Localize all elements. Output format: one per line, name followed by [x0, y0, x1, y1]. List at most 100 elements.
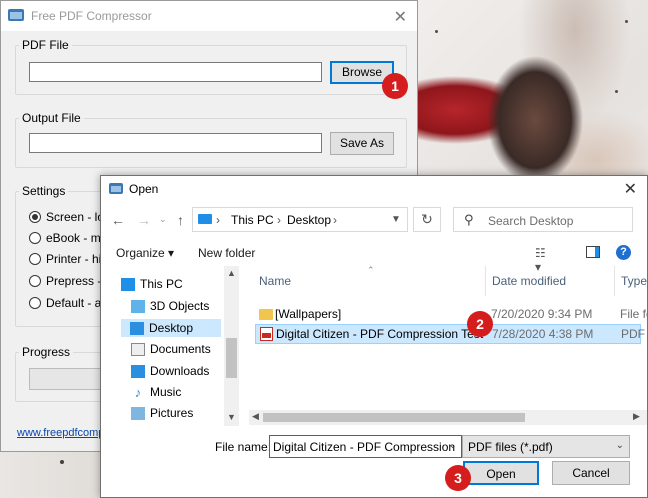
scroll-left-icon[interactable]: ◀: [252, 411, 259, 422]
pc-icon: [198, 214, 212, 224]
nav-item-music[interactable]: ♪ Music: [131, 383, 182, 401]
folder-icon: [259, 308, 273, 320]
pdf-icon: [260, 327, 273, 341]
chevron-down-icon[interactable]: ⌄: [159, 214, 167, 225]
step-badge-1: 1: [382, 73, 408, 99]
chevron-right-icon: ›: [277, 213, 281, 227]
chevron-down-icon[interactable]: ⌄: [449, 440, 457, 451]
file-name: Digital Citizen - PDF Compression Test: [276, 327, 484, 341]
cancel-button[interactable]: Cancel: [552, 461, 630, 485]
file-type: PDF Fi: [621, 327, 648, 341]
title-bar: Free PDF Compressor ✕: [1, 1, 417, 31]
nav-label: Desktop: [149, 321, 194, 335]
column-header-name[interactable]: Name: [259, 274, 291, 288]
nav-scrollbar[interactable]: ▲ ▼: [224, 266, 239, 426]
up-arrow-icon[interactable]: ↑: [177, 212, 184, 228]
documents-icon: [131, 342, 145, 356]
radio-button[interactable]: [29, 232, 41, 244]
nav-label: Music: [150, 385, 182, 399]
column-divider: [614, 266, 615, 296]
scroll-up-icon[interactable]: ▲: [227, 268, 236, 278]
pc-icon: [121, 277, 135, 291]
chevron-right-icon: ›: [216, 213, 220, 227]
nav-label: Documents: [150, 342, 211, 356]
file-type-value: PDF files (*.pdf): [468, 440, 553, 454]
organize-button[interactable]: Organize ▾: [116, 246, 174, 260]
column-header-type[interactable]: Type: [621, 274, 647, 288]
app-icon: [8, 9, 24, 21]
chevron-right-icon: ›: [333, 213, 337, 227]
pdf-file-label: PDF File: [19, 38, 72, 52]
nav-label: Pictures: [150, 406, 194, 420]
preview-pane-icon[interactable]: [586, 246, 600, 258]
output-file-input[interactable]: [29, 133, 322, 153]
search-placeholder: Search Desktop: [488, 214, 574, 228]
search-icon: ⚲: [464, 212, 474, 227]
file-date: 7/20/2020 9:34 PM: [491, 307, 593, 321]
folder-icon: [109, 183, 123, 194]
file-type-select[interactable]: PDF files (*.pdf) ⌄: [462, 435, 630, 458]
column-header-date[interactable]: Date modified: [492, 274, 566, 288]
scroll-right-icon[interactable]: ▶: [633, 411, 640, 422]
file-type: File fo: [620, 307, 648, 321]
file-list-scrollbar[interactable]: ◀ ▶: [249, 410, 647, 425]
pdf-file-input[interactable]: [29, 62, 322, 82]
dialog-title-bar: Open ✕: [101, 176, 647, 202]
scroll-thumb[interactable]: [263, 413, 525, 422]
step-badge-3: 3: [445, 465, 471, 491]
file-list: Name ⌃ Date modified Type [Wallpapers] 7…: [249, 265, 648, 424]
address-bar[interactable]: › This PC › Desktop › ▼: [192, 207, 408, 232]
breadcrumb-this-pc[interactable]: This PC: [231, 213, 274, 227]
breadcrumb-desktop[interactable]: Desktop: [287, 213, 331, 227]
command-bar: Organize ▾ New folder ☷ ▾ ?: [101, 238, 647, 274]
progress-label: Progress: [19, 345, 74, 359]
nav-item-pictures[interactable]: Pictures: [131, 404, 193, 422]
nav-item-desktop[interactable]: Desktop: [121, 319, 221, 337]
open-dialog: Open ✕ ← → ⌄ ↑ › This PC › Desktop › ▼ ↻…: [100, 175, 648, 498]
file-row-pdf[interactable]: Digital Citizen - PDF Compression Test 7…: [255, 324, 648, 344]
new-folder-button[interactable]: New folder: [198, 246, 255, 260]
navigation-pane: This PC 3D Objects Desktop Documents Dow…: [101, 266, 239, 424]
chevron-down-icon[interactable]: ▼: [385, 208, 407, 231]
scroll-thumb[interactable]: [226, 338, 237, 378]
output-file-label: Output File: [19, 111, 84, 125]
radio-button[interactable]: [29, 297, 41, 309]
radio-button[interactable]: [29, 211, 41, 223]
dialog-title: Open: [129, 182, 159, 196]
refresh-icon[interactable]: ↻: [413, 207, 441, 232]
nav-item-downloads[interactable]: Downloads: [131, 362, 209, 380]
help-icon[interactable]: ?: [616, 245, 631, 260]
nav-label: 3D Objects: [150, 299, 210, 313]
file-date: 7/28/2020 4:38 PM: [492, 327, 594, 341]
window-title: Free PDF Compressor: [31, 9, 152, 23]
nav-label: This PC: [140, 277, 183, 291]
file-name-value: Digital Citizen - PDF Compression: [273, 440, 456, 454]
downloads-icon: [131, 364, 145, 378]
cube-icon: [131, 299, 145, 313]
sort-up-icon: ⌃: [367, 265, 375, 275]
forward-arrow-icon[interactable]: →: [137, 212, 151, 228]
scroll-down-icon[interactable]: ▼: [227, 412, 236, 422]
search-box[interactable]: ⚲ Search Desktop: [453, 207, 633, 232]
file-row-wallpapers[interactable]: [Wallpapers] 7/20/2020 9:34 PM File fo: [255, 304, 648, 324]
desktop-icon: [130, 321, 144, 335]
nav-item-3d-objects[interactable]: 3D Objects: [131, 297, 209, 315]
open-button[interactable]: Open: [463, 461, 539, 485]
chevron-down-icon[interactable]: ⌄: [616, 440, 624, 451]
file-name-label: File name:: [215, 440, 272, 454]
file-name: [Wallpapers]: [275, 307, 342, 321]
radio-button[interactable]: [29, 275, 41, 287]
pictures-icon: [131, 406, 145, 420]
close-icon[interactable]: ✕: [394, 7, 407, 27]
save-as-button[interactable]: Save As: [330, 132, 394, 155]
music-icon: ♪: [134, 384, 142, 400]
settings-label: Settings: [19, 184, 69, 198]
file-name-input[interactable]: Digital Citizen - PDF Compression ⌄: [269, 435, 462, 458]
radio-button[interactable]: [29, 253, 41, 265]
nav-label: Downloads: [150, 364, 210, 378]
nav-item-this-pc[interactable]: This PC: [121, 275, 183, 293]
close-icon[interactable]: ✕: [624, 179, 637, 199]
view-options-icon[interactable]: ☷ ▾: [535, 246, 549, 274]
nav-item-documents[interactable]: Documents: [131, 340, 211, 358]
back-arrow-icon[interactable]: ←: [111, 212, 125, 228]
